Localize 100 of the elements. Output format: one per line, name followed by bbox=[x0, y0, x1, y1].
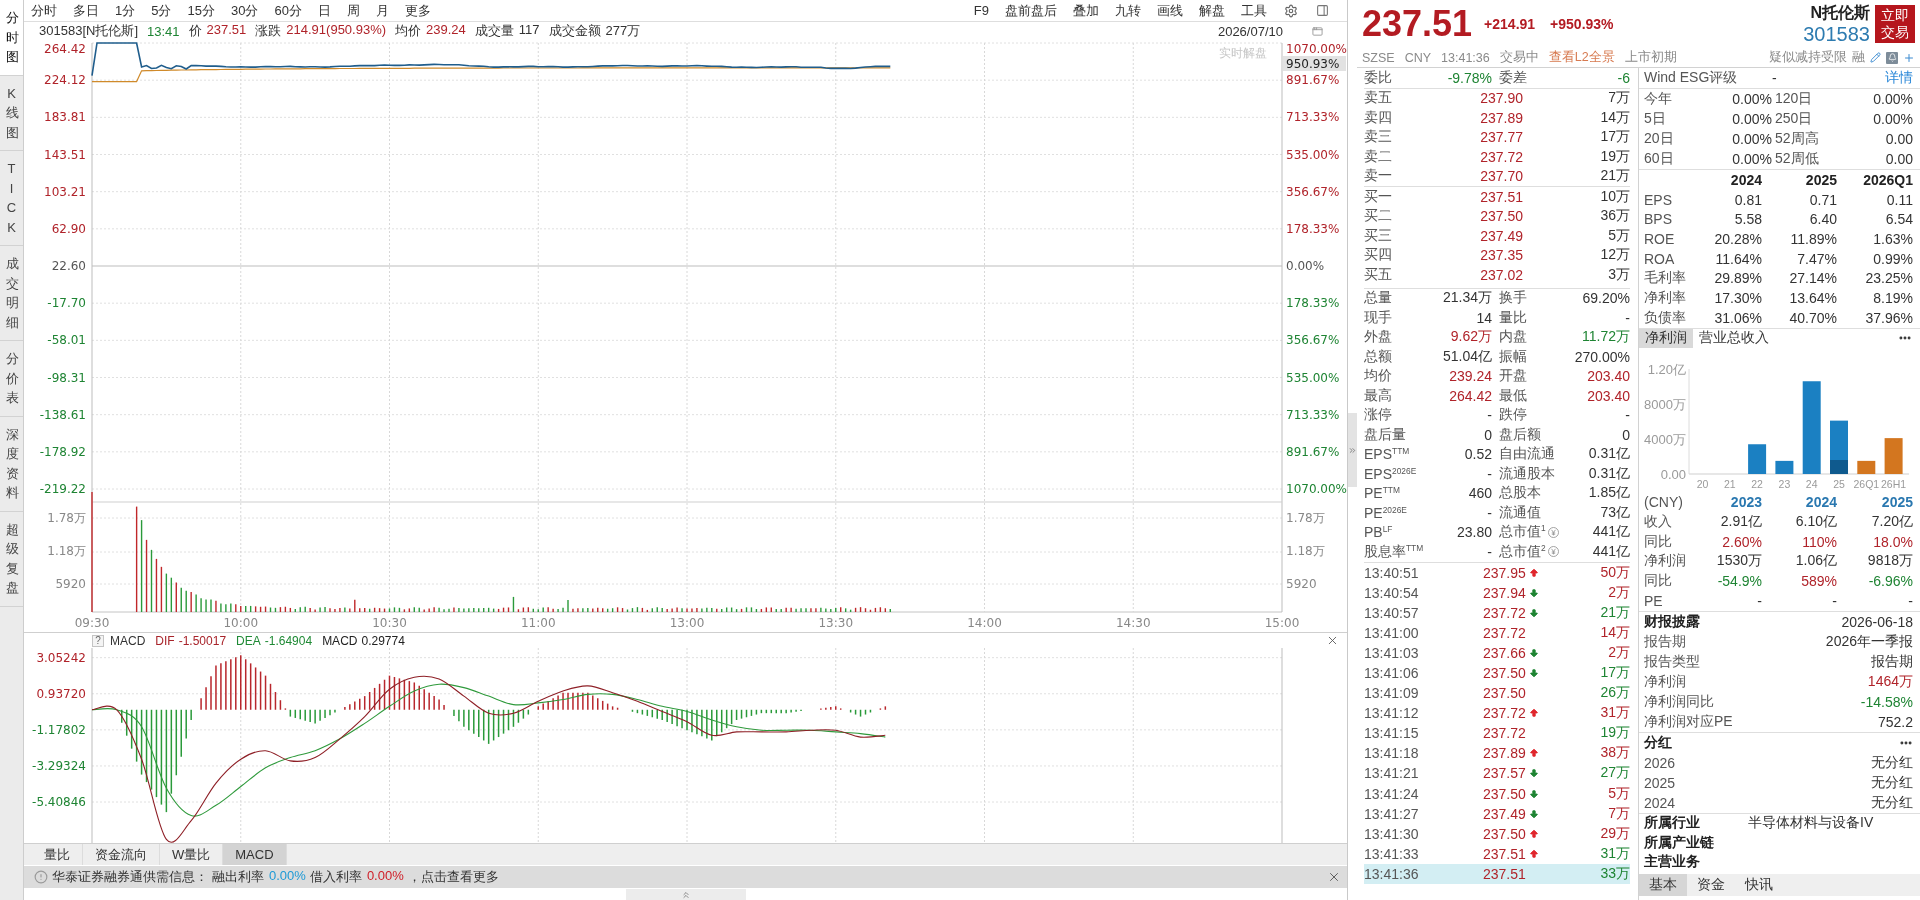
stat-label: 涨停 bbox=[1364, 406, 1393, 425]
stat-value: 0 bbox=[1622, 426, 1630, 443]
metric-value: -6.96% bbox=[1867, 573, 1913, 590]
period-button[interactable]: 30分 bbox=[223, 0, 266, 21]
book-level-label: 买五 bbox=[1364, 265, 1393, 284]
tick-price: 237.89 bbox=[1483, 745, 1526, 762]
metric-value: 8.19% bbox=[1872, 289, 1913, 306]
volume-axis-label: 5920 bbox=[1286, 577, 1317, 591]
tick-time: 13:40:57 bbox=[1364, 604, 1420, 621]
x-axis-label: 21 bbox=[1723, 477, 1736, 490]
trade-tick-row[interactable]: 13:41:03 237.66 2万 bbox=[1364, 642, 1630, 663]
trade-tick-row[interactable]: 13:40:51 237.95 50万 bbox=[1364, 562, 1630, 583]
side-tab[interactable]: 分时图 bbox=[0, 0, 23, 76]
quote-time: 13:41 bbox=[147, 23, 180, 39]
stat-label: 总额 bbox=[1364, 347, 1393, 366]
indicator-tab[interactable]: 量比 bbox=[32, 844, 83, 865]
book-volume: 21万 bbox=[1599, 167, 1630, 186]
metric-label: 净利率 bbox=[1644, 288, 1687, 307]
period-button[interactable]: 15分 bbox=[180, 0, 222, 21]
metric-label: ROA bbox=[1644, 250, 1676, 267]
tick-time: 13:41:30 bbox=[1364, 825, 1420, 842]
details-link[interactable]: 详情 bbox=[1885, 69, 1913, 87]
indicator-tab[interactable]: 资金流向 bbox=[83, 844, 160, 865]
period-button[interactable]: 周 bbox=[339, 0, 367, 21]
trade-tick-row[interactable]: 13:41:18 237.89 38万 bbox=[1364, 743, 1630, 764]
status-label: 融 bbox=[1852, 49, 1865, 66]
tool-button[interactable]: 解盘 bbox=[1192, 0, 1232, 21]
side-tab[interactable]: K线图 bbox=[0, 75, 23, 151]
tool-button[interactable]: F9 bbox=[966, 0, 996, 21]
info-tab[interactable]: 基本 bbox=[1639, 874, 1687, 896]
info-tab[interactable]: 快讯 bbox=[1735, 874, 1783, 896]
period-button[interactable]: 月 bbox=[368, 0, 396, 21]
trade-tick-row[interactable]: 13:41:30 237.50 29万 bbox=[1364, 823, 1630, 844]
metric-value: 11.89% bbox=[1789, 230, 1837, 247]
view-more-link[interactable]: ，点击查看更多 bbox=[407, 868, 499, 886]
tool-button[interactable]: 画线 bbox=[1150, 0, 1190, 21]
tick-volume: 33万 bbox=[1600, 864, 1630, 883]
percent-axis-label: 0.00% bbox=[1286, 259, 1325, 273]
info-tab[interactable]: 资金 bbox=[1687, 874, 1735, 896]
trade-tick-row[interactable]: 13:40:54 237.94 2万 bbox=[1364, 582, 1630, 603]
side-tab[interactable]: TICK bbox=[0, 151, 23, 246]
percent-axis-label: 356.67% bbox=[1286, 184, 1340, 199]
close-icon[interactable] bbox=[1327, 870, 1341, 884]
period-button[interactable]: 1分 bbox=[108, 0, 143, 21]
indicator-tab[interactable]: MACD bbox=[223, 844, 287, 865]
tick-time: 13:41:33 bbox=[1364, 845, 1420, 862]
trade-tick-row[interactable]: 13:41:33 237.51 31万 bbox=[1364, 843, 1630, 864]
report-label: 净利润 bbox=[1644, 672, 1686, 691]
tick-volume: 14万 bbox=[1600, 623, 1630, 642]
trade-tick-row[interactable]: 13:41:00 237.72 14万 bbox=[1364, 622, 1630, 643]
trade-tick-row[interactable]: 13:40:57 237.72 21万 bbox=[1364, 602, 1630, 623]
stat-label: 盘后额 bbox=[1499, 425, 1541, 444]
period-button[interactable]: 分时 bbox=[24, 0, 64, 21]
side-tab[interactable]: 深度资料 bbox=[0, 416, 23, 512]
stat-label: 委差 bbox=[1498, 68, 1528, 87]
section-title: 主营业务 bbox=[1644, 853, 1701, 872]
x-axis-label: 22 bbox=[1751, 477, 1763, 490]
period-button[interactable]: 日 bbox=[310, 0, 338, 21]
volume-axis-label: 1.18万 bbox=[47, 544, 86, 558]
period-button[interactable]: 5分 bbox=[144, 0, 179, 21]
side-tab[interactable]: 超级复盘 bbox=[0, 511, 23, 607]
side-tab[interactable]: 分价表 bbox=[0, 341, 23, 417]
rate-value: 0.00% bbox=[366, 868, 404, 885]
period-button[interactable]: 多日 bbox=[66, 0, 106, 21]
stat-value: 203.40 bbox=[1587, 387, 1630, 404]
stat-value: 14 bbox=[1475, 309, 1492, 326]
tick-price: 237.50 bbox=[1483, 785, 1526, 802]
trade-tick-row[interactable]: 13:41:09 237.50 26万 bbox=[1364, 683, 1630, 704]
settings-icon[interactable] bbox=[1284, 3, 1298, 18]
tool-button[interactable]: 盘前盘后 bbox=[998, 0, 1064, 21]
trade-tick-row[interactable]: 13:41:12 237.72 31万 bbox=[1364, 703, 1630, 724]
collapse-handle[interactable] bbox=[1348, 413, 1357, 487]
help-button[interactable]: ? bbox=[92, 634, 104, 647]
panel-icon[interactable] bbox=[1316, 4, 1329, 17]
period-button[interactable]: 60分 bbox=[267, 0, 309, 21]
trade-tick-row[interactable]: 13:41:27 237.49 7万 bbox=[1364, 803, 1630, 824]
close-icon[interactable] bbox=[1326, 634, 1339, 647]
tool-button[interactable]: 叠加 bbox=[1066, 0, 1106, 21]
field-label: 涨跌 bbox=[255, 22, 282, 40]
pencil-icon[interactable] bbox=[1870, 52, 1881, 63]
return-label: 120日 bbox=[1774, 90, 1814, 108]
tool-button[interactable]: 工具 bbox=[1234, 0, 1274, 21]
chart-tab[interactable]: 营业总收入 bbox=[1693, 328, 1775, 348]
trade-tick-row[interactable]: 13:41:15 237.72 19万 bbox=[1364, 723, 1630, 744]
bell-icon[interactable] bbox=[1886, 51, 1898, 64]
stat-value: 0 bbox=[1483, 426, 1492, 443]
period-button[interactable]: 更多 bbox=[397, 0, 438, 21]
expand-handle[interactable] bbox=[625, 889, 746, 900]
trade-button[interactable]: 立即交易 bbox=[1875, 5, 1915, 43]
plus-icon[interactable] bbox=[1903, 51, 1915, 64]
stat-label: PE$^{2026E}$ bbox=[1364, 504, 1408, 521]
side-tab[interactable]: 成交明细 bbox=[0, 246, 23, 341]
trade-tick-row[interactable]: 13:41:06 237.50 17万 bbox=[1364, 662, 1630, 684]
return-value: 0.00 bbox=[1885, 151, 1913, 167]
tool-button[interactable]: 九转 bbox=[1108, 0, 1148, 21]
trade-tick-row[interactable]: 13:41:36 237.51 33万 bbox=[1364, 863, 1630, 884]
trade-tick-row[interactable]: 13:41:21 237.57 27万 bbox=[1364, 763, 1630, 784]
window-icon[interactable] bbox=[1312, 25, 1323, 37]
tick-price: 237.72 bbox=[1483, 725, 1526, 742]
trade-tick-row[interactable]: 13:41:24 237.50 5万 bbox=[1364, 783, 1630, 804]
